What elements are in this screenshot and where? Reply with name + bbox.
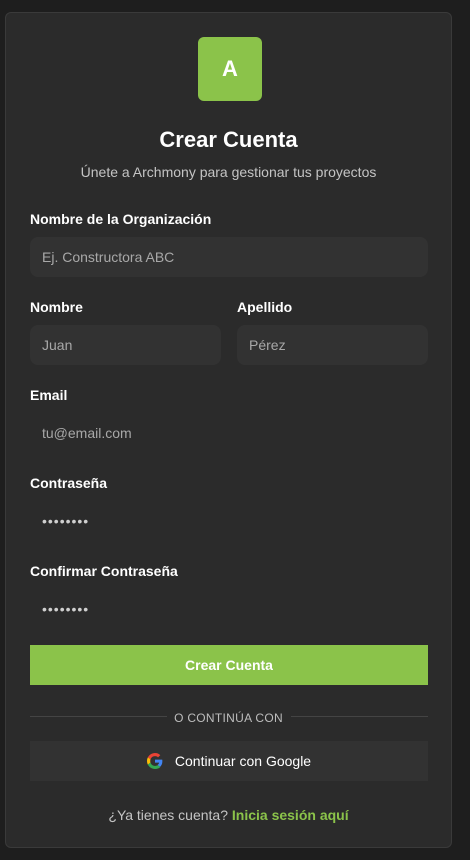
- logo-letter: A: [222, 56, 238, 81]
- confirm-password-input[interactable]: ••••••••: [30, 589, 428, 629]
- create-account-button[interactable]: Crear Cuenta: [30, 645, 428, 685]
- signup-card: A Crear Cuenta Únete a Archmony para ges…: [5, 12, 452, 848]
- last-name-label: Apellido: [237, 299, 293, 315]
- email-label: Email: [30, 387, 68, 403]
- organization-input[interactable]: [30, 237, 428, 277]
- google-g-icon: [146, 753, 163, 769]
- login-link[interactable]: Inicia sesión aquí: [232, 807, 349, 823]
- google-button-label: Continuar con Google: [174, 753, 312, 769]
- confirm-password-label: Confirmar Contraseña: [30, 563, 178, 579]
- divider-text: O CONTINÚA CON: [174, 711, 283, 725]
- first-name-input[interactable]: [30, 325, 221, 365]
- organization-label: Nombre de la Organización: [30, 211, 212, 227]
- divider-line-right: [291, 716, 428, 717]
- first-name-label: Nombre: [30, 299, 83, 315]
- page-title: Crear Cuenta: [159, 127, 298, 152]
- password-label: Contraseña: [30, 475, 108, 491]
- google-signin-button[interactable]: Continuar con Google: [30, 741, 428, 781]
- password-input[interactable]: ••••••••: [30, 501, 428, 541]
- app-logo: A: [198, 37, 262, 101]
- page-subtitle: Únete a Archmony para gestionar tus proy…: [80, 164, 377, 180]
- last-name-input[interactable]: [237, 325, 428, 365]
- login-prompt-text: ¿Ya tienes cuenta?: [108, 807, 228, 823]
- email-input[interactable]: [30, 413, 428, 453]
- login-prompt: ¿Ya tienes cuenta? Inicia sesión aquí: [6, 807, 451, 823]
